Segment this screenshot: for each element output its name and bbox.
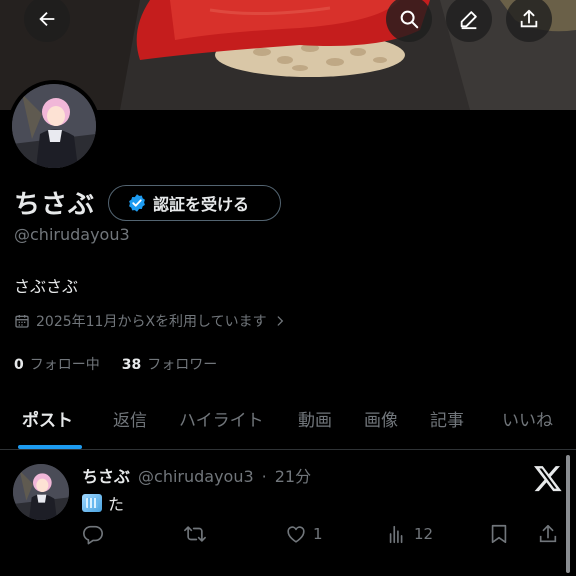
- retweet-icon: [184, 526, 206, 542]
- profile-bio: さぶさぶ: [14, 277, 79, 296]
- profile-avatar[interactable]: [8, 80, 100, 172]
- profile-handle: @chirudayou3: [14, 225, 130, 244]
- chevron-right-icon: [277, 316, 283, 326]
- post-item[interactable]: ちさぶ @chirudayou3 · 21分 た 1 12: [0, 451, 576, 576]
- views-count: 12: [414, 525, 434, 543]
- post-author-handle[interactable]: @chirudayou3: [138, 467, 254, 486]
- post-header: ちさぶ @chirudayou3 · 21分: [82, 463, 311, 487]
- avatar: [12, 84, 96, 168]
- post-separator: ·: [261, 467, 267, 486]
- verified-badge-icon: [129, 194, 145, 212]
- post-text: た: [82, 491, 124, 515]
- post-text-content: た: [108, 495, 125, 514]
- post-share-button[interactable]: [537, 523, 559, 545]
- get-verified-label: 認証を受ける: [153, 195, 250, 214]
- tab-videos[interactable]: 動画: [298, 406, 332, 431]
- get-verified-button[interactable]: 認証を受ける: [108, 185, 281, 221]
- share-icon: [539, 524, 557, 543]
- reply-button[interactable]: [82, 523, 104, 545]
- views-icon: [389, 525, 403, 544]
- post-time[interactable]: 21分: [275, 463, 311, 487]
- post-avatar[interactable]: [13, 464, 69, 520]
- display-name: ちさぶ: [14, 190, 96, 220]
- scrollbar[interactable]: [566, 455, 570, 573]
- calendar-icon: [15, 315, 29, 328]
- search-icon: [400, 10, 419, 29]
- post-author-name[interactable]: ちさぶ: [82, 463, 130, 487]
- profile-tabs: ポスト 返信 ハイライト 動画 画像 記事 いいね: [0, 388, 576, 450]
- following-count[interactable]: 0: [14, 357, 24, 373]
- like-button[interactable]: 1: [285, 523, 323, 545]
- bookmark-button[interactable]: [488, 523, 510, 545]
- edit-icon: [460, 11, 477, 30]
- tab-articles[interactable]: 記事: [430, 406, 464, 431]
- following-label[interactable]: フォロー中: [30, 354, 100, 374]
- views-button[interactable]: 12: [386, 523, 433, 545]
- share-icon: [520, 9, 538, 28]
- like-icon: [287, 526, 305, 543]
- tab-replies[interactable]: 返信: [113, 406, 147, 431]
- tab-likes[interactable]: いいね: [502, 406, 553, 431]
- back-arrow-icon: [39, 11, 55, 27]
- ice-cube-emoji-icon: [82, 494, 102, 512]
- x-logo-icon[interactable]: [533, 463, 563, 493]
- reply-icon: [83, 525, 103, 545]
- tab-posts[interactable]: ポスト: [22, 406, 73, 431]
- followers-label[interactable]: フォロワー: [147, 354, 217, 374]
- follow-stats: 0 フォロー中 38 フォロワー: [14, 354, 217, 374]
- tab-images[interactable]: 画像: [364, 406, 398, 431]
- followers-count[interactable]: 38: [122, 357, 141, 373]
- joined-text: 2025年11月からXを利用しています: [36, 314, 267, 330]
- retweet-button[interactable]: [184, 523, 206, 545]
- post-actions: 1 12: [0, 523, 576, 553]
- like-count: 1: [313, 525, 323, 543]
- active-tab-indicator: [18, 445, 82, 449]
- joined-date[interactable]: 2025年11月からXを利用しています: [14, 311, 287, 331]
- bookmark-icon: [491, 524, 507, 544]
- tab-highlights[interactable]: ハイライト: [179, 406, 264, 431]
